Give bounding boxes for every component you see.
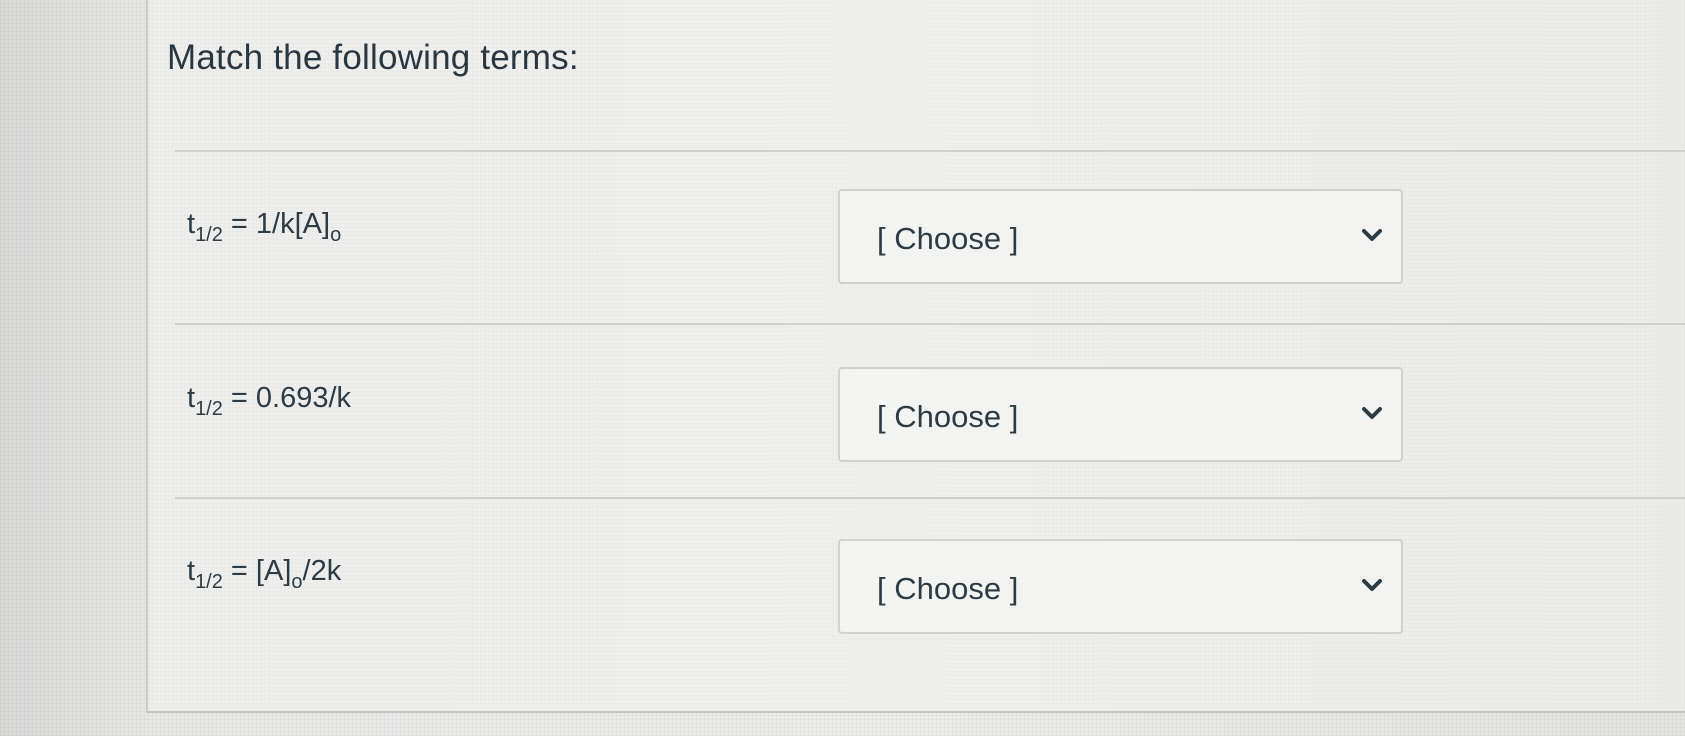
row-divider xyxy=(175,497,1685,499)
term-expression: = 1/k[A] xyxy=(222,208,331,240)
question-title: Match the following terms: xyxy=(167,38,579,77)
chevron-down-icon xyxy=(1362,407,1382,419)
answer-select-3[interactable]: [ Choose ] xyxy=(838,539,1403,634)
term-subscript: 1/2 xyxy=(195,224,223,246)
answer-select-1[interactable]: [ Choose ] xyxy=(838,189,1403,284)
term-subscript-2: o xyxy=(330,224,342,246)
term-variable: t xyxy=(187,382,196,414)
term-variable: t xyxy=(187,208,196,240)
match-term-1: t1/2 = 1/k[A]o xyxy=(187,208,341,246)
select-value: [ Choose ] xyxy=(877,571,1019,606)
term-expression: = 0.693/k xyxy=(222,382,352,414)
chevron-down-icon xyxy=(1362,579,1382,591)
select-value: [ Choose ] xyxy=(877,221,1019,256)
term-tail: /2k xyxy=(302,555,342,587)
term-subscript-2: o xyxy=(291,571,303,593)
row-divider xyxy=(175,323,1685,325)
term-variable: t xyxy=(187,555,196,587)
term-subscript: 1/2 xyxy=(195,398,223,420)
term-expression: = [A] xyxy=(222,555,292,587)
chevron-down-icon xyxy=(1362,229,1382,241)
match-term-3: t1/2 = [A]o/2k xyxy=(187,555,342,593)
answer-select-2[interactable]: [ Choose ] xyxy=(838,367,1403,462)
select-value: [ Choose ] xyxy=(877,399,1019,434)
term-subscript: 1/2 xyxy=(195,571,223,593)
row-divider xyxy=(175,150,1685,152)
match-term-2: t1/2 = 0.693/k xyxy=(187,382,352,420)
